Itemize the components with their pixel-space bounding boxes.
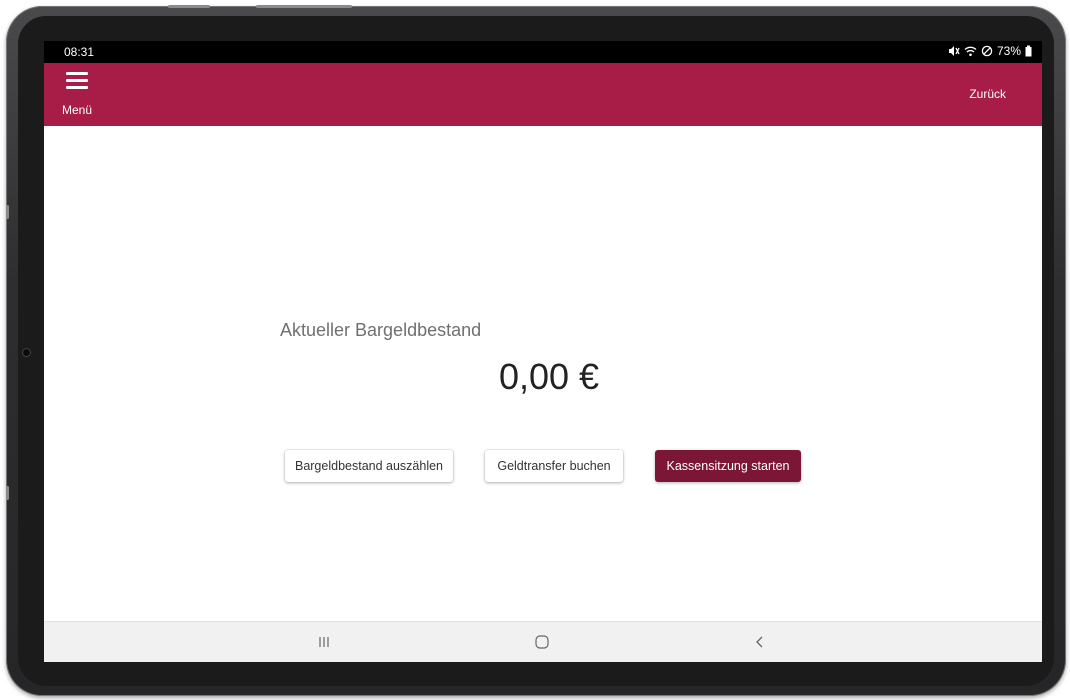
status-bar: 08:31 73% <box>44 41 1042 63</box>
do-not-disturb-icon <box>981 45 993 57</box>
mute-icon <box>948 45 960 57</box>
back-link[interactable]: Zurück <box>969 87 1006 101</box>
power-button <box>256 5 352 8</box>
book-transfer-button[interactable]: Geldtransfer buchen <box>485 450 623 482</box>
count-cash-button[interactable]: Bargeldbestand auszählen <box>285 450 453 482</box>
recent-apps-button[interactable] <box>294 622 354 662</box>
status-time: 08:31 <box>64 45 95 59</box>
start-session-button[interactable]: Kassensitzung starten <box>655 450 801 482</box>
volume-button <box>168 5 210 8</box>
home-button[interactable] <box>512 622 572 662</box>
cash-balance-label: Aktueller Bargeldbestand <box>280 320 482 340</box>
hamburger-icon <box>66 72 88 89</box>
home-icon <box>535 635 549 649</box>
menu-button[interactable]: Menü <box>62 69 102 119</box>
side-key-bottom <box>6 486 9 500</box>
status-icons: 73% <box>948 44 1032 58</box>
side-key-top <box>6 205 9 219</box>
app-bar: Menü Zurück <box>44 63 1042 126</box>
battery-icon <box>1025 45 1032 57</box>
recent-apps-icon <box>319 637 329 647</box>
back-icon <box>756 636 763 648</box>
wifi-icon <box>964 45 977 57</box>
cash-balance-amount: 0,00 € <box>498 356 600 397</box>
battery-level: 73% <box>996 44 1021 58</box>
back-nav-button[interactable] <box>730 622 790 662</box>
menu-label: Menü <box>62 103 93 117</box>
screen: 08:31 73% Menü Zurück Aktueller Bargeldb… <box>44 41 1042 662</box>
system-nav-bar <box>44 621 1042 662</box>
main-content: Aktueller Bargeldbestand 0,00 € Bargeldb… <box>44 126 1042 622</box>
front-camera <box>23 349 30 356</box>
